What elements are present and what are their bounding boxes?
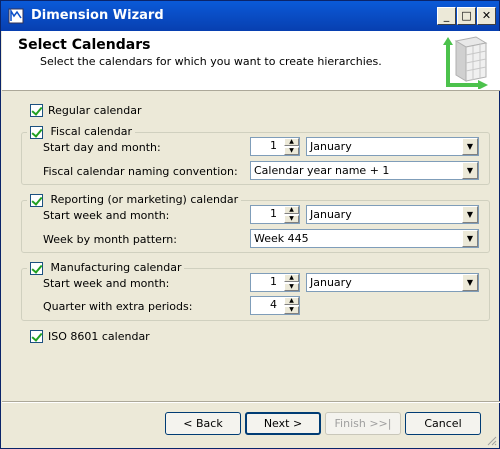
iso-8601-calendar-label: ISO 8601 calendar: [48, 330, 150, 343]
reporting-calendar-label: Reporting (or marketing) calendar: [50, 193, 239, 206]
cancel-button[interactable]: Cancel: [405, 412, 481, 435]
reporting-pattern-select[interactable]: Week 445 ▼: [250, 229, 479, 248]
fiscal-naming-select[interactable]: Calendar year name + 1 ▼: [250, 161, 479, 180]
spin-up-icon[interactable]: ▲: [284, 138, 299, 146]
manufacturing-start-week-value: 1: [270, 275, 277, 288]
fiscal-start-day-value: 1: [270, 139, 277, 152]
manufacturing-calendar-label: Manufacturing calendar: [50, 261, 182, 274]
page-title: Select Calendars: [18, 37, 151, 53]
next-button[interactable]: Next >: [245, 412, 321, 435]
spin-down-icon[interactable]: ▼: [284, 283, 299, 291]
maximize-icon: □: [461, 9, 472, 22]
fiscal-start-day-spinner[interactable]: 1 ▲ ▼: [250, 137, 300, 156]
manufacturing-start-month-select[interactable]: January ▼: [306, 273, 479, 292]
spin-up-icon[interactable]: ▲: [284, 297, 299, 305]
title-bar[interactable]: Dimension Wizard _ □ ✕: [1, 1, 499, 31]
wizard-app-icon: [8, 8, 24, 24]
reporting-start-month-value: January: [310, 208, 352, 221]
close-button[interactable]: ✕: [477, 7, 496, 25]
chevron-down-icon[interactable]: ▼: [462, 230, 478, 247]
fiscal-start-month-value: January: [310, 140, 352, 153]
chevron-down-icon[interactable]: ▼: [462, 138, 478, 155]
reporting-pattern-value: Week 445: [254, 232, 309, 245]
fiscal-naming-value: Calendar year name + 1: [254, 164, 390, 177]
reporting-start-month-select[interactable]: January ▼: [306, 205, 479, 224]
spin-down-icon[interactable]: ▼: [284, 306, 299, 314]
finish-button[interactable]: Finish >>|: [325, 412, 401, 435]
maximize-button[interactable]: □: [457, 7, 476, 25]
reporting-calendar-checkbox[interactable]: [30, 193, 43, 207]
close-icon: ✕: [481, 9, 492, 22]
minimize-button[interactable]: _: [437, 7, 456, 25]
manufacturing-calendar-checkbox[interactable]: [30, 261, 43, 275]
reporting-start-week-spinner[interactable]: 1 ▲ ▼: [250, 205, 300, 224]
window-title: Dimension Wizard: [31, 8, 164, 23]
manufacturing-start-month-value: January: [310, 276, 352, 289]
manufacturing-quarter-label: Quarter with extra periods:: [43, 300, 193, 313]
fiscal-naming-label: Fiscal calendar naming convention:: [43, 165, 238, 178]
manufacturing-calendar-legend: Manufacturing calendar: [27, 261, 185, 275]
reporting-calendar-legend: Reporting (or marketing) calendar: [27, 193, 242, 207]
reporting-pattern-label: Week by month pattern:: [43, 233, 177, 246]
manufacturing-quarter-spinner[interactable]: 4 ▲ ▼: [250, 296, 300, 315]
chevron-down-icon[interactable]: ▼: [462, 274, 478, 291]
dimension-wizard-window: Dimension Wizard _ □ ✕ Select Calendars …: [0, 0, 500, 449]
spin-up-icon[interactable]: ▲: [284, 274, 299, 282]
manufacturing-start-label: Start week and month:: [43, 277, 170, 290]
fiscal-start-label: Start day and month:: [43, 141, 161, 154]
calendar-cube-icon: [443, 36, 488, 89]
footer-separator: [2, 401, 500, 403]
regular-calendar-checkbox[interactable]: [30, 104, 43, 117]
minimize-icon: _: [443, 9, 450, 22]
chevron-down-icon[interactable]: ▼: [462, 162, 478, 179]
manufacturing-start-week-spinner[interactable]: 1 ▲ ▼: [250, 273, 300, 292]
chevron-down-icon[interactable]: ▼: [462, 206, 478, 223]
regular-calendar-label: Regular calendar: [48, 104, 142, 117]
spin-up-icon[interactable]: ▲: [284, 206, 299, 214]
resize-grip-icon[interactable]: [485, 434, 497, 446]
page-subtitle: Select the calendars for which you want …: [40, 55, 382, 68]
spin-down-icon[interactable]: ▼: [284, 215, 299, 223]
manufacturing-quarter-value: 4: [270, 298, 277, 311]
fiscal-start-month-select[interactable]: January ▼: [306, 137, 479, 156]
iso-8601-calendar-checkbox[interactable]: [30, 330, 43, 343]
fiscal-calendar-label: Fiscal calendar: [50, 125, 133, 138]
fiscal-calendar-checkbox[interactable]: [30, 125, 43, 139]
reporting-start-week-value: 1: [270, 207, 277, 220]
wizard-header: Select Calendars Select the calendars fo…: [2, 31, 500, 91]
back-button[interactable]: < Back: [165, 412, 241, 435]
fiscal-calendar-legend: Fiscal calendar: [27, 125, 135, 139]
spin-down-icon[interactable]: ▼: [284, 147, 299, 155]
reporting-start-label: Start week and month:: [43, 209, 170, 222]
